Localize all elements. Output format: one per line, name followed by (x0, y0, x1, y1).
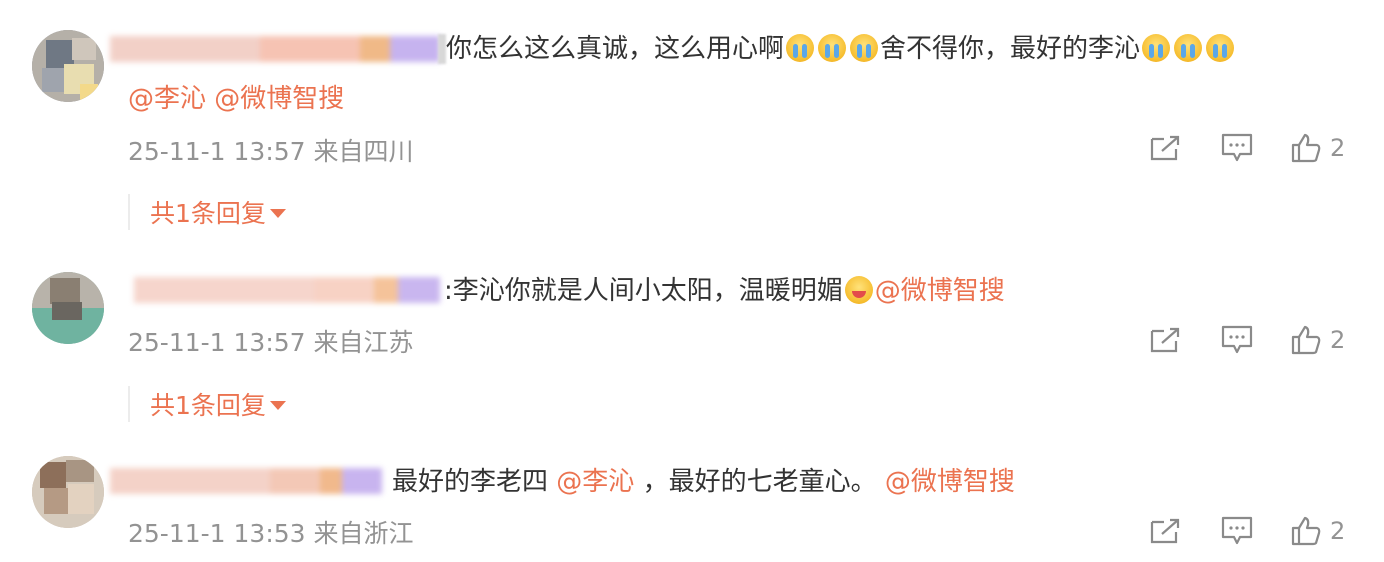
blush-emoji-icon (844, 276, 873, 304)
comment-button[interactable] (1220, 323, 1254, 357)
username-blurred[interactable] (110, 468, 382, 494)
mention-link[interactable]: @微博智搜 (214, 84, 344, 114)
avatar[interactable] (32, 272, 104, 344)
username-blurred[interactable] (134, 277, 440, 303)
comment-meta: 25-11-1 13:57 来自四川 (128, 132, 414, 168)
timestamp: 25-11-1 13:57 (128, 328, 306, 357)
location: 来自浙江 (313, 519, 414, 548)
avatar[interactable] (32, 456, 104, 528)
comment-text: :李沁你就是人间小太阳，温暖明媚 @微博智搜 (444, 276, 1005, 306)
repost-icon (1150, 327, 1180, 353)
comment-meta: 25-11-1 13:53 来自浙江 (128, 514, 414, 550)
crying-emoji-icon (1174, 34, 1203, 62)
repost-icon (1150, 135, 1180, 161)
like-button[interactable]: 2 (1290, 323, 1345, 357)
like-icon (1291, 516, 1321, 546)
comment-meta: 25-11-1 13:57 来自江苏 (128, 323, 414, 359)
crying-emoji-icon (1142, 34, 1171, 62)
crying-emoji-icon (1206, 34, 1235, 62)
repost-button[interactable] (1148, 323, 1182, 357)
mention-line: @李沁 @微博智搜 (128, 82, 344, 116)
mention-link[interactable]: @李沁 (128, 84, 206, 114)
timestamp: 25-11-1 13:57 (128, 137, 306, 166)
comment-button[interactable] (1220, 131, 1254, 165)
comment-icon (1221, 133, 1253, 162)
mention-link[interactable]: @微博智搜 (875, 276, 1005, 306)
like-count: 2 (1330, 517, 1346, 545)
avatar[interactable] (32, 30, 104, 102)
comment-icon (1221, 516, 1253, 545)
repost-button[interactable] (1148, 131, 1182, 165)
view-replies-link[interactable]: 共1条回复 (128, 386, 286, 422)
comment-button[interactable] (1220, 514, 1254, 548)
location: 来自江苏 (313, 328, 414, 357)
mention-link[interactable]: @微博智搜 (885, 467, 1015, 497)
like-count: 2 (1330, 134, 1346, 162)
timestamp: 25-11-1 13:53 (128, 519, 306, 548)
view-replies-link[interactable]: 共1条回复 (128, 194, 286, 230)
caret-down-icon (269, 401, 286, 410)
like-count: 2 (1330, 326, 1346, 354)
username-blurred[interactable] (110, 36, 440, 62)
like-icon (1291, 133, 1321, 163)
repost-icon (1150, 518, 1180, 544)
comment-text: 最好的李老四 @李沁 ，最好的七老童心。 @微博智搜 (392, 467, 1015, 497)
like-icon (1291, 325, 1321, 355)
divider (438, 34, 446, 64)
like-button[interactable]: 2 (1290, 131, 1345, 165)
comment-icon (1221, 325, 1253, 354)
caret-down-icon (269, 209, 286, 218)
crying-emoji-icon (786, 34, 815, 62)
comment-text: 你怎么这么真诚，这么用心啊 舍不得你，最好的李沁 (446, 32, 1236, 66)
repost-button[interactable] (1148, 514, 1182, 548)
location: 来自四川 (313, 137, 414, 166)
crying-emoji-icon (818, 34, 847, 62)
mention-link[interactable]: @李沁 (556, 467, 634, 497)
crying-emoji-icon (850, 34, 879, 62)
like-button[interactable]: 2 (1290, 514, 1345, 548)
